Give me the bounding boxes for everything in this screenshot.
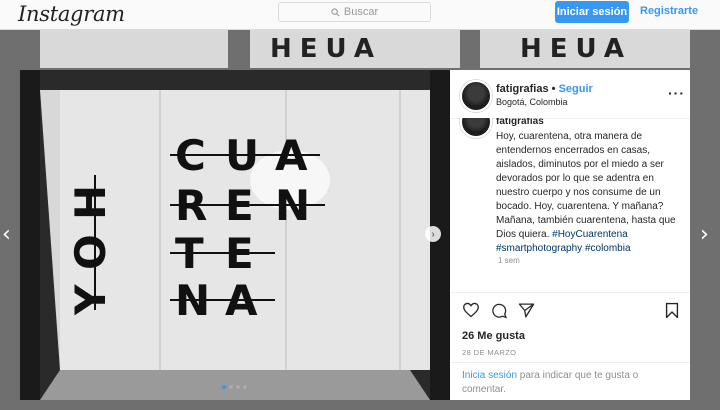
search-input[interactable]: Buscar <box>278 2 431 22</box>
post-header-line: fatigrafias • Seguir <box>496 83 593 95</box>
carousel-dot <box>222 385 226 389</box>
likes-count[interactable]: 26 Me gusta <box>462 330 525 342</box>
carousel-dots <box>222 385 247 389</box>
post-date: 28 DE MARZO <box>462 348 517 357</box>
background-thumbnail: HEUA <box>480 30 690 68</box>
caption-body: Hoy, cuarentena, otra manera de entender… <box>496 131 676 240</box>
previous-post-arrow-icon[interactable]: ‹ <box>2 222 11 247</box>
background-thumbnail: HEUA <box>250 30 460 68</box>
share-icon[interactable] <box>518 302 535 319</box>
photo-letter: O <box>66 234 115 270</box>
background-thumbnail <box>40 30 228 68</box>
thumbnail-text: HEUA <box>520 34 632 64</box>
carousel-dot <box>229 385 233 389</box>
login-prompt-text: Inicia sesión para indicar que te gusta … <box>462 369 682 397</box>
bookmark-icon[interactable] <box>665 302 679 319</box>
comment-icon[interactable] <box>490 302 508 319</box>
caption-text: Hoy, cuarentena, otra manera de entender… <box>496 130 682 256</box>
login-link[interactable]: Inicia sesión <box>462 370 517 381</box>
login-prompt: Inicia sesión para indicar que te gusta … <box>450 362 690 401</box>
caption-avatar[interactable] <box>460 118 492 138</box>
carousel-dot <box>236 385 240 389</box>
search-placeholder: Buscar <box>343 6 379 18</box>
next-post-arrow-icon[interactable]: › <box>700 222 709 247</box>
search-icon <box>331 7 340 16</box>
top-bar: Instagram Buscar Iniciar sesión Registra… <box>0 0 720 30</box>
follow-button[interactable]: Seguir <box>559 83 593 95</box>
thumbnail-text: HEUA <box>270 34 382 64</box>
caption-time: 1 sem <box>498 256 520 265</box>
photo-letter: H <box>66 185 115 220</box>
login-button[interactable]: Iniciar sesión <box>555 1 629 23</box>
more-options-icon[interactable]: ··· <box>668 85 685 101</box>
post-header: fatigrafias • Seguir Bogotá, Colombia ··… <box>450 70 690 119</box>
post-sidebar: fatigrafias • Seguir Bogotá, Colombia ··… <box>450 70 690 400</box>
caption-section: fatigrafias Hoy, cuarentena, otra manera… <box>450 118 690 294</box>
register-link[interactable]: Registrarte <box>640 5 698 17</box>
photo-letter: Y <box>66 284 115 316</box>
photo-graphic: H O Y C U A R E N T E N A <box>20 70 450 400</box>
carousel-dot <box>243 385 247 389</box>
instagram-logo[interactable]: Instagram <box>18 2 125 26</box>
post-actions: 26 Me gusta 28 DE MARZO <box>450 292 690 363</box>
username-link[interactable]: fatigrafias <box>496 83 549 95</box>
carousel-next-button[interactable]: › <box>425 226 441 242</box>
follow-separator: • <box>551 83 556 95</box>
heart-icon[interactable] <box>462 302 480 318</box>
caption-username[interactable]: fatigrafias <box>496 118 544 127</box>
avatar[interactable] <box>460 80 492 112</box>
location-link[interactable]: Bogotá, Colombia <box>496 97 568 107</box>
post-photo[interactable]: H O Y C U A R E N T E N A <box>20 70 450 400</box>
